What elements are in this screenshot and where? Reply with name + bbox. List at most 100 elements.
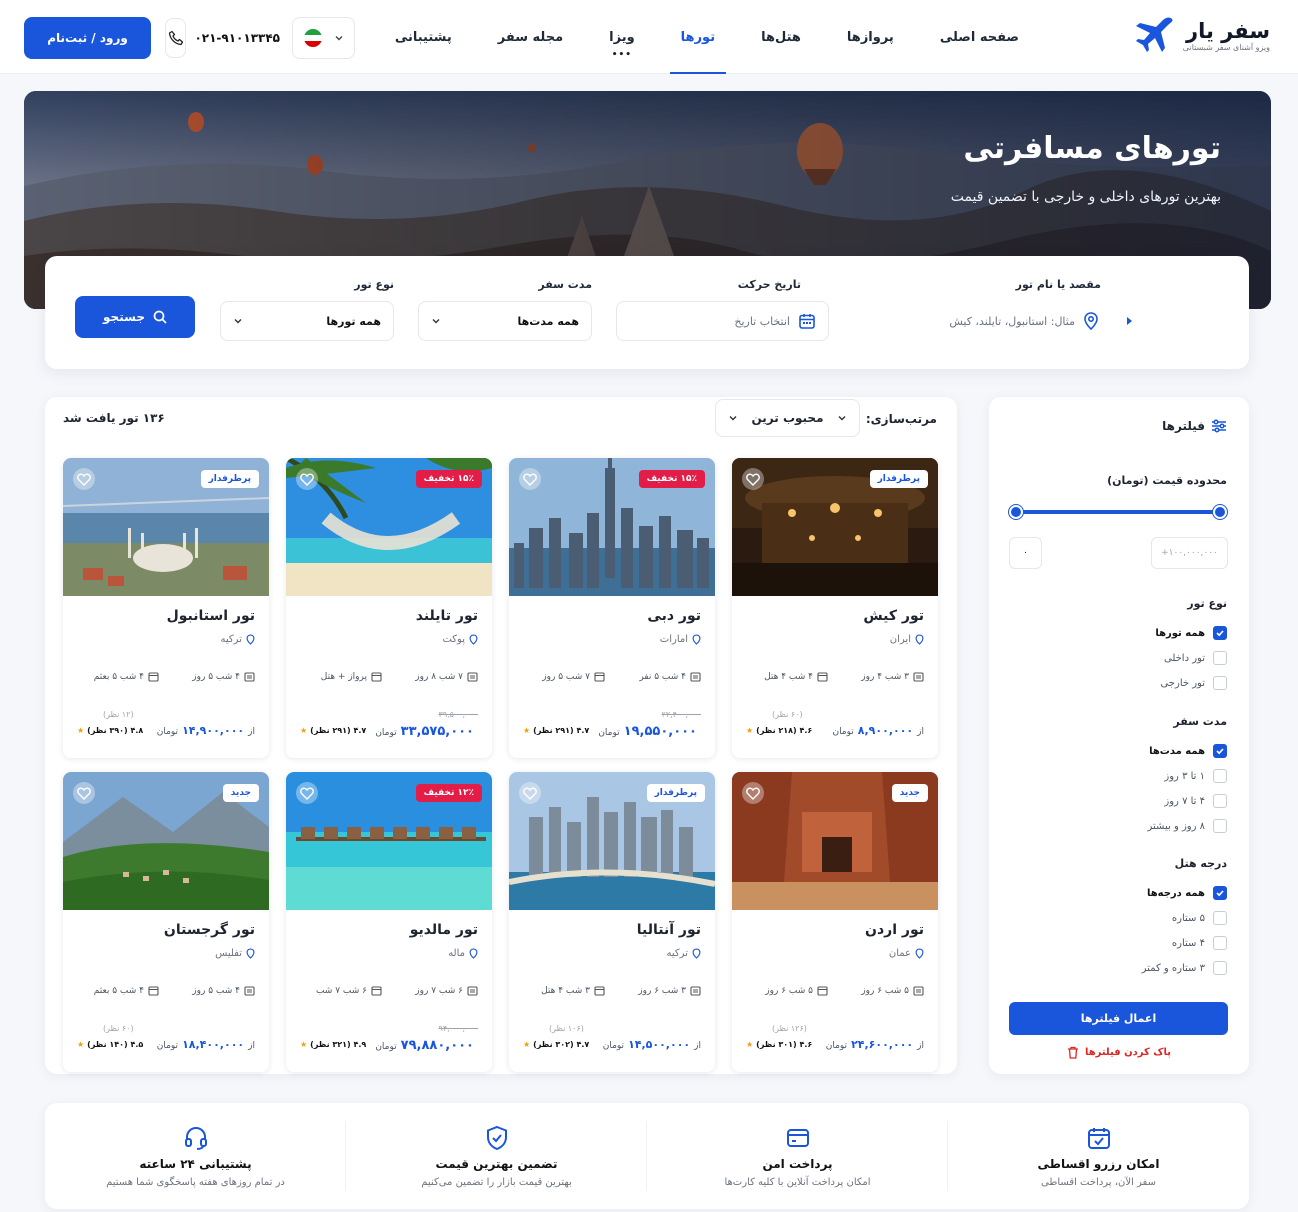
price-max-handle[interactable] (1213, 505, 1227, 519)
duration-option-2[interactable]: ۴ تا ۷ روز (1164, 794, 1227, 808)
duration-value: همه مدت‌ها (517, 314, 579, 328)
rating-value: ۴.۷ (۲۹۱ نظر) (533, 726, 590, 735)
heart-icon[interactable] (742, 468, 764, 490)
type-option-0[interactable]: همه تورها (1155, 626, 1227, 640)
nav-item-0[interactable]: صفحه اصلی (917, 0, 1042, 74)
sort-select[interactable]: محبوب ترین (715, 399, 860, 437)
heart-icon[interactable] (73, 468, 95, 490)
tour-card[interactable]: ۱۵٪ تخفیف تور تایلند پوکت ۷ شب ۸ روز پرو… (286, 458, 492, 758)
tour-type-label: نوع تور (354, 278, 394, 291)
type-option-1[interactable]: تور داخلی (1164, 651, 1227, 665)
tour-accommodation: ۶ شب ۷ شب (316, 985, 382, 996)
tour-title[interactable]: تور دبی (647, 608, 701, 624)
checkbox[interactable] (1213, 626, 1227, 640)
price-value: ۱۴,۹۰۰,۰۰۰ (182, 724, 245, 737)
tour-badge: پرطرفدار (869, 470, 928, 488)
checkbox[interactable] (1213, 819, 1227, 833)
nav-item-3[interactable]: تورها (658, 0, 738, 74)
nav-item-5[interactable]: مجله سفر (475, 0, 586, 74)
hotel-option-1[interactable]: ۵ ستاره (1172, 911, 1227, 925)
price-currency: تومان (375, 1042, 397, 1052)
location-pin-icon (915, 948, 924, 959)
duration-select[interactable]: همه مدت‌ها (418, 301, 592, 341)
tour-location: عمان (889, 948, 924, 959)
tour-accommodation-label: ۵ شب ۶ روز (765, 985, 813, 996)
tour-type-value: همه تورها (326, 314, 381, 328)
tour-card[interactable]: جدید تور گرجستان تفلیس ۴ شب ۵ روز ۴ شب ۵… (63, 772, 269, 1072)
apply-filters-button[interactable]: اعمال فیلترها (1009, 1002, 1228, 1035)
phone-contact[interactable]: ۰۲۱-۹۱۰۱۳۳۴۵ (165, 17, 280, 59)
tour-title[interactable]: تور استانبول (167, 608, 255, 624)
tour-duration: ۷ شب ۸ روز (415, 671, 478, 682)
checkbox[interactable] (1213, 911, 1227, 925)
card-icon (785, 1125, 811, 1151)
location-pin-icon (692, 948, 701, 959)
tour-title[interactable]: تور کیش (863, 608, 924, 624)
tour-accommodation-label: ۳ شب ۴ هتل (541, 985, 590, 996)
type-option-2[interactable]: تور خارجی (1160, 676, 1227, 690)
tour-card[interactable]: ۱۵٪ تخفیف تور دبی امارات ۴ شب ۵ نفر ۷ شب… (509, 458, 715, 758)
clear-filters-button[interactable]: پاک کردن فیلترها (989, 1046, 1249, 1059)
tour-type-filter-title: نوع تور (1187, 597, 1227, 610)
tour-card[interactable]: ۱۲٪ تخفیف تور مالدیو ماله ۶ شب ۷ روز ۶ ش… (286, 772, 492, 1072)
feature-item: امکان رزرو اقساطی سفر الآن، پرداخت اقساط… (948, 1103, 1249, 1209)
nav-item-2[interactable]: هتل‌ها (738, 0, 824, 74)
price-currency: تومان (825, 1041, 848, 1051)
tour-review-count: (۱۲ نظر) (103, 710, 134, 719)
hotel-option-0[interactable]: همه درجه‌ها (1147, 886, 1227, 900)
checkbox[interactable] (1213, 744, 1227, 758)
checkbox[interactable] (1213, 936, 1227, 950)
heart-icon[interactable] (742, 782, 764, 804)
nav-item-4[interactable]: ویزا ••• (586, 0, 658, 74)
tour-card[interactable]: پرطرفدار تور آنتالیا ترکیه ۳ شب ۶ روز ۳ … (509, 772, 715, 1072)
tour-accommodation-label: پرواز + هتل (320, 671, 367, 682)
duration-option-3[interactable]: ۸ روز و بیشتر (1148, 819, 1227, 833)
checkbox[interactable] (1213, 769, 1227, 783)
heart-icon[interactable] (519, 782, 541, 804)
tour-price: از ۸,۹۰۰,۰۰۰ تومان (832, 724, 924, 737)
duration-option-0[interactable]: همه مدت‌ها (1149, 744, 1227, 758)
date-input[interactable]: انتخاب تاریخ (616, 301, 829, 341)
checkbox[interactable] (1213, 794, 1227, 808)
destination-input[interactable]: مثال: استانبول، تایلند، کیش (829, 301, 1099, 341)
tour-title[interactable]: تور آنتالیا (637, 922, 701, 938)
tour-type-select[interactable]: همه تورها (220, 301, 394, 341)
hotel-icon (244, 671, 255, 682)
calendar-icon (817, 985, 828, 996)
logo[interactable]: سفر یار ویزو آشنای سفر شبستانی (1135, 16, 1270, 54)
tour-rating: ۴.۷ (۲۹۱ نظر) ★ (523, 726, 589, 735)
price-prefix: از (917, 727, 924, 737)
chevron-down-icon (334, 33, 344, 43)
heart-icon[interactable] (519, 468, 541, 490)
tour-accommodation: ۴ شب ۵ بعثم (94, 985, 159, 996)
price-min-input[interactable]: ۰ (1009, 537, 1042, 569)
nav-item-1[interactable]: پروازها (824, 0, 917, 74)
heart-icon[interactable] (296, 782, 318, 804)
checkbox[interactable] (1213, 651, 1227, 665)
search-button-label: جستجو (103, 310, 145, 324)
nav-item-6[interactable]: پشتیبانی (372, 0, 475, 74)
price-max-input[interactable]: ۱۰۰,۰۰۰,۰۰۰+ (1151, 537, 1228, 569)
login-register-button[interactable]: ورود / ثبت‌نام (24, 17, 151, 59)
tour-title[interactable]: تور مالدیو (410, 922, 478, 938)
language-selector[interactable] (292, 17, 355, 59)
price-min-handle[interactable] (1009, 505, 1023, 519)
checkbox[interactable] (1213, 676, 1227, 690)
hotel-option-2[interactable]: ۴ ستاره (1172, 936, 1227, 950)
duration-option-1[interactable]: ۱ تا ۳ روز (1164, 769, 1227, 783)
tour-title[interactable]: تور گرجستان (164, 922, 255, 938)
tour-card[interactable]: پرطرفدار تور استانبول ترکیه ۴ شب ۵ روز ۴… (63, 458, 269, 758)
hero-title: تورهای مسافرتی (963, 131, 1221, 166)
heart-icon[interactable] (73, 782, 95, 804)
hotel-option-3[interactable]: ۳ ستاره و کمتر (1142, 961, 1227, 975)
heart-icon[interactable] (296, 468, 318, 490)
tour-duration: ۴ شب ۵ نفر (639, 671, 701, 682)
price-value: ۲۴,۶۰۰,۰۰۰ (851, 1038, 914, 1051)
tour-card[interactable]: جدید تور اردن عمان ۵ شب ۶ روز ۵ شب ۶ روز… (732, 772, 938, 1072)
checkbox[interactable] (1213, 886, 1227, 900)
tour-title[interactable]: تور اردن (865, 922, 924, 938)
search-button[interactable]: جستجو (75, 296, 195, 338)
tour-title[interactable]: تور تایلند (416, 608, 478, 624)
tour-card[interactable]: پرطرفدار تور کیش ایران ۳ شب ۴ روز ۴ شب ۴… (732, 458, 938, 758)
checkbox[interactable] (1213, 961, 1227, 975)
